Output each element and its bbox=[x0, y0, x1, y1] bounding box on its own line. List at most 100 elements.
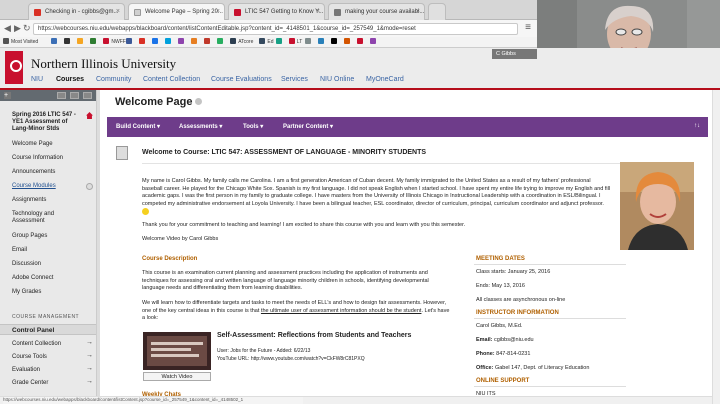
refresh-icon[interactable] bbox=[57, 92, 66, 99]
bookmark-item[interactable]: Most Visited bbox=[3, 38, 38, 46]
menu-technology-and-assessment[interactable]: Technology and Assessment bbox=[12, 211, 62, 225]
bookmark-item[interactable] bbox=[217, 38, 225, 46]
partner-content-button[interactable]: Partner Content ▾ bbox=[283, 123, 333, 130]
menu-email[interactable]: Email bbox=[12, 247, 27, 253]
bookmark-item[interactable] bbox=[357, 38, 365, 46]
nav-services[interactable]: Services bbox=[281, 76, 308, 83]
nav-courses[interactable]: Courses bbox=[56, 76, 84, 83]
address-row: ◀ ▶ ↻ https://webcourses.niu.edu/webapps… bbox=[0, 20, 537, 37]
nav-niu[interactable]: NIU bbox=[31, 76, 43, 83]
bookmark-item[interactable] bbox=[318, 38, 326, 46]
bookmark-item[interactable] bbox=[64, 38, 72, 46]
menu-adobe-connect[interactable]: Adobe Connect bbox=[12, 275, 53, 281]
back-icon[interactable]: ◀ bbox=[4, 23, 11, 33]
tab-welcome-page[interactable]: Welcome Page – Spring 20... × bbox=[128, 3, 225, 20]
menu-announcements[interactable]: Announcements bbox=[12, 169, 55, 175]
chevron-right-icon[interactable]: → bbox=[86, 339, 93, 346]
video-url[interactable]: YouTube URL: http://www.youtube.com/watc… bbox=[217, 356, 365, 362]
close-icon[interactable]: × bbox=[416, 8, 420, 15]
cp-grade-center[interactable]: Grade Center bbox=[12, 380, 48, 386]
bookmark-item[interactable] bbox=[370, 38, 378, 46]
tab-getting-to-know[interactable]: LTIC 547 Getting to Know Y... × bbox=[228, 3, 325, 20]
bookmark-item[interactable]: NWFF bbox=[103, 38, 126, 46]
add-icon[interactable]: + bbox=[4, 92, 11, 99]
bookmark-item[interactable] bbox=[77, 38, 85, 46]
bookmark-item[interactable] bbox=[90, 38, 98, 46]
bookmark-item[interactable] bbox=[204, 38, 212, 46]
close-icon[interactable]: × bbox=[116, 8, 120, 15]
cp-evaluation[interactable]: Evaluation bbox=[12, 367, 40, 373]
bookmark-icon bbox=[3, 38, 9, 44]
bookmark-item[interactable] bbox=[165, 38, 173, 46]
content-scrollbar[interactable] bbox=[712, 90, 720, 404]
bookmark-item[interactable] bbox=[51, 38, 59, 46]
menu-course-modules[interactable]: Course Modules bbox=[12, 183, 56, 189]
bookmark-item[interactable] bbox=[152, 38, 160, 46]
forward-icon[interactable]: ▶ bbox=[14, 23, 21, 33]
menu-course-information[interactable]: Course Information bbox=[12, 155, 63, 161]
tab-making-course-available[interactable]: making your course availabl... × bbox=[328, 3, 425, 20]
course-title[interactable]: Spring 2016 LTIC 547 - YE1 Assessment of… bbox=[12, 112, 78, 133]
menu-assignments[interactable]: Assignments bbox=[12, 197, 46, 203]
content-area: Welcome Page Build Content ▾ Assessments… bbox=[100, 90, 720, 404]
video-thumbnail[interactable] bbox=[143, 332, 211, 370]
tools-button[interactable]: Tools ▾ bbox=[243, 123, 263, 130]
menu-discussion[interactable]: Discussion bbox=[12, 261, 41, 267]
tab-checking-in[interactable]: Checking in - cgibbs@gm... × bbox=[28, 3, 125, 20]
cp-course-tools[interactable]: Course Tools bbox=[12, 354, 47, 360]
university-name[interactable]: Northern Illinois University bbox=[31, 56, 176, 72]
options-icon[interactable] bbox=[195, 98, 202, 105]
bookmark-icon bbox=[139, 38, 146, 44]
assessments-button[interactable]: Assessments ▾ bbox=[179, 123, 222, 130]
bookmark-item[interactable] bbox=[344, 38, 352, 46]
menu-welcome-page[interactable]: Welcome Page bbox=[12, 141, 53, 147]
email-link[interactable]: cgibbs@niu.edu bbox=[494, 337, 534, 343]
nav-community[interactable]: Community bbox=[96, 76, 131, 83]
reload-icon[interactable]: ↻ bbox=[23, 23, 31, 33]
menu-group-pages[interactable]: Group Pages bbox=[12, 233, 47, 239]
bookmark-item[interactable] bbox=[191, 38, 199, 46]
bookmark-item[interactable]: ATcore bbox=[230, 38, 253, 46]
document-icon bbox=[116, 146, 128, 160]
control-panel-bar[interactable]: Control Panel bbox=[0, 324, 96, 335]
bookmark-item[interactable] bbox=[275, 38, 284, 46]
instructor-office: Office: Gabel 147, Dept. of Literacy Edu… bbox=[476, 365, 590, 371]
bookmark-icon bbox=[77, 38, 84, 44]
chevron-right-icon[interactable]: → bbox=[86, 365, 93, 372]
nav-niu-online[interactable]: NIU Online bbox=[320, 76, 354, 83]
new-tab-button[interactable] bbox=[428, 3, 446, 20]
close-icon[interactable]: × bbox=[216, 8, 220, 15]
divider bbox=[142, 163, 638, 164]
nav-myonecard[interactable]: MyOneCard bbox=[366, 76, 404, 83]
course-heading[interactable]: Welcome to Course: LTIC 547: ASSESSMENT … bbox=[142, 149, 426, 156]
bookmark-item[interactable]: Ed bbox=[259, 38, 274, 46]
menu-icon[interactable]: ≡ bbox=[525, 22, 531, 33]
build-content-button[interactable]: Build Content ▾ bbox=[116, 123, 160, 130]
nav-course-evaluations[interactable]: Course Evaluations bbox=[211, 76, 272, 83]
collapse-icon[interactable] bbox=[83, 92, 92, 99]
bookmark-item[interactable] bbox=[139, 38, 147, 46]
url-bar[interactable]: https://webcourses.niu.edu/webapps/black… bbox=[33, 23, 518, 35]
sort-icon[interactable]: ↑↓ bbox=[694, 123, 700, 129]
folder-view-icon[interactable] bbox=[70, 92, 79, 99]
bookmark-item[interactable] bbox=[178, 38, 186, 46]
instructor-phone: Phone: 847-814-0231 bbox=[476, 351, 531, 357]
bookmark-item[interactable] bbox=[331, 38, 339, 46]
bookmark-item[interactable] bbox=[305, 38, 313, 46]
user-menu[interactable]: C Gibbs bbox=[492, 49, 537, 59]
close-icon[interactable]: × bbox=[316, 8, 320, 15]
options-icon[interactable] bbox=[86, 183, 93, 190]
bookmark-icon bbox=[165, 38, 172, 44]
bookmark-icon bbox=[318, 38, 325, 44]
chevron-right-icon[interactable]: → bbox=[86, 378, 93, 385]
bookmark-item[interactable] bbox=[126, 38, 134, 46]
niu-logo[interactable] bbox=[5, 51, 23, 84]
video-title[interactable]: Self-Assessment: Reflections from Studen… bbox=[217, 332, 411, 339]
watch-video-button[interactable]: Watch Video bbox=[143, 372, 211, 381]
cp-content-collection[interactable]: Content Collection bbox=[12, 341, 61, 347]
bookmark-item[interactable]: LT bbox=[288, 38, 302, 46]
chevron-right-icon[interactable]: → bbox=[86, 352, 93, 359]
home-icon[interactable] bbox=[86, 112, 93, 119]
nav-content-collection[interactable]: Content Collection bbox=[143, 76, 200, 83]
menu-my-grades[interactable]: My Grades bbox=[12, 289, 41, 295]
